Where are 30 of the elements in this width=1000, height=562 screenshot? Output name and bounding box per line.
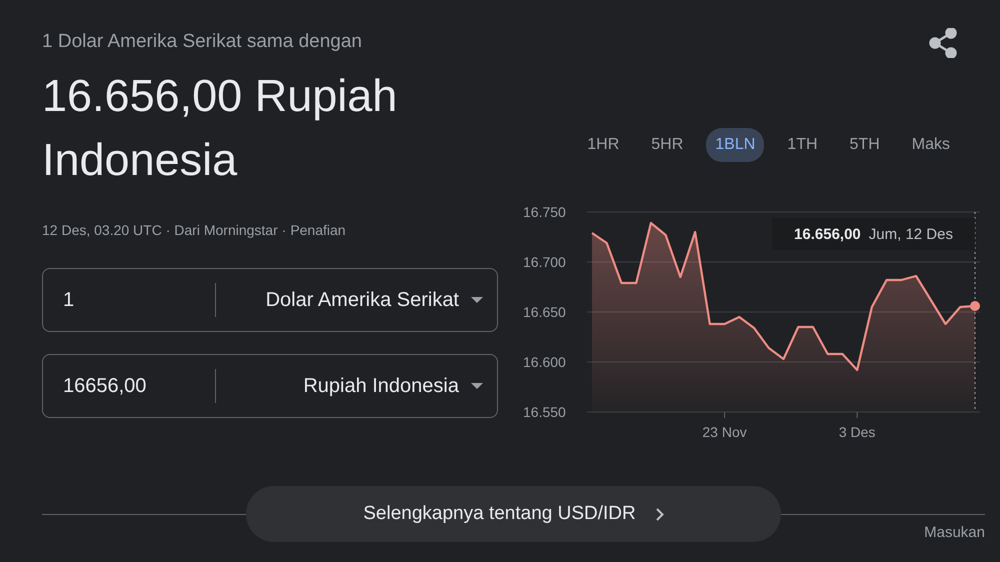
axis-label: 3 Des bbox=[838, 424, 876, 440]
feedback-link[interactable]: Masukan bbox=[924, 524, 985, 541]
currency-dropdown[interactable]: Dolar Amerika Serikat bbox=[216, 288, 497, 312]
caret-icon bbox=[471, 383, 483, 389]
chevron-right-icon bbox=[656, 508, 664, 520]
axis-label: 16.550 bbox=[523, 404, 566, 420]
data-point bbox=[970, 301, 980, 311]
axis-label: 16.600 bbox=[523, 354, 566, 370]
source-info: 12 Des, 03.20 UTC · Dari Morningstar · bbox=[42, 222, 286, 238]
range-tab[interactable]: 1HR bbox=[578, 128, 628, 162]
disclaimer-link[interactable]: Penafian bbox=[290, 222, 346, 238]
axis-label: 16.650 bbox=[523, 304, 566, 320]
currency-dropdown[interactable]: Rupiah Indonesia bbox=[216, 374, 497, 398]
axis-label: 16.700 bbox=[523, 254, 566, 270]
caret-icon bbox=[471, 297, 483, 303]
range-tab[interactable]: Maks bbox=[902, 128, 959, 162]
more-about-button[interactable]: Selengkapnya tentang USD/IDR bbox=[246, 486, 781, 542]
range-tab[interactable]: 5HR bbox=[642, 128, 692, 162]
range-tab[interactable]: 1TH bbox=[778, 128, 827, 162]
axis-label: 23 Nov bbox=[702, 424, 747, 440]
conversion-subtitle: 1 Dolar Amerika Serikat sama dengan bbox=[42, 30, 363, 54]
conversion-result: 16.656,00 Rupiah Indonesia bbox=[42, 69, 398, 187]
tooltip-value: 16.656,00 bbox=[794, 226, 861, 242]
tooltip-date: Jum, 12 Des bbox=[868, 226, 953, 242]
amount-field[interactable]: 1 bbox=[63, 284, 213, 316]
share-icon[interactable] bbox=[929, 28, 957, 58]
range-tab[interactable]: 5TH bbox=[840, 128, 889, 162]
axis-label: 16.750 bbox=[523, 204, 566, 220]
amount-field[interactable]: 16656,00 bbox=[63, 370, 213, 402]
range-tab[interactable]: 1BLN bbox=[706, 128, 764, 162]
